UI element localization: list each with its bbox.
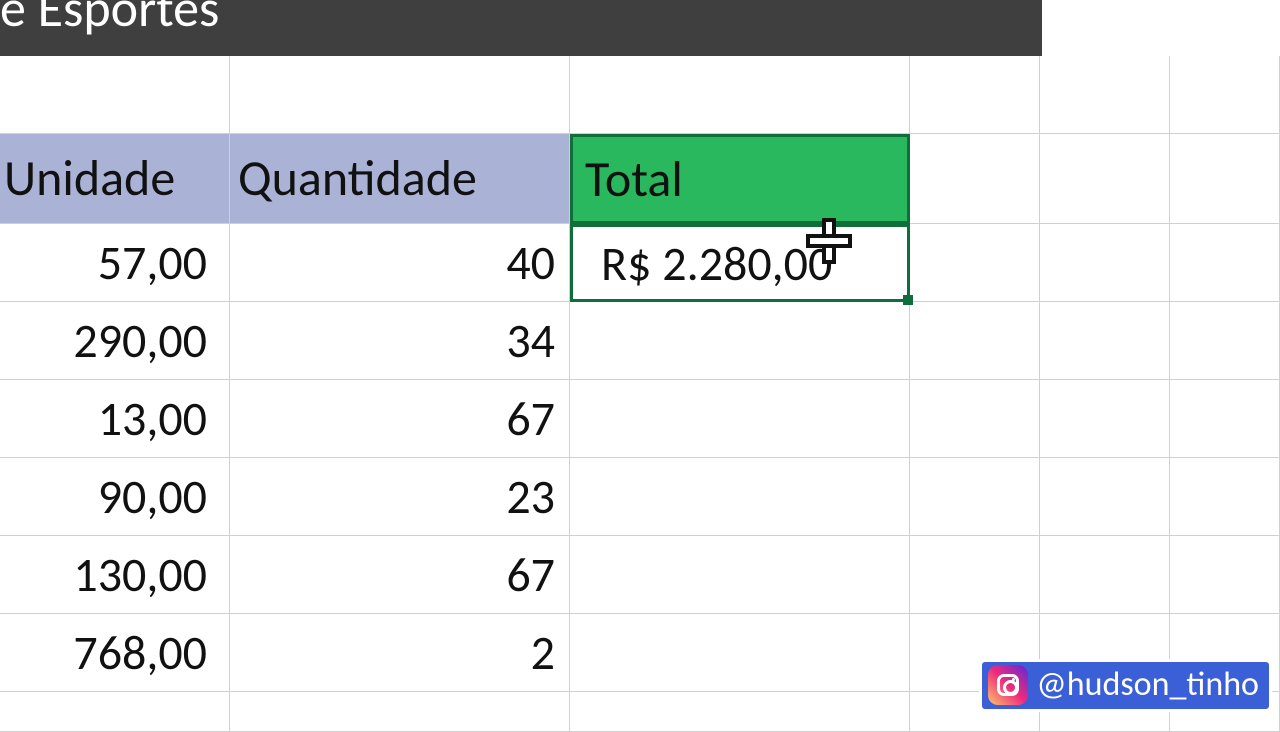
cell-empty[interactable] xyxy=(910,536,1040,614)
sheet-title-bar: e Esportes xyxy=(0,0,1042,56)
instagram-handle: @hudson_tinho xyxy=(1036,664,1259,705)
cell-empty[interactable] xyxy=(570,56,910,134)
cell-empty[interactable] xyxy=(910,458,1040,536)
cell-empty[interactable] xyxy=(1170,302,1280,380)
cell-total[interactable] xyxy=(570,536,910,614)
cell-empty[interactable] xyxy=(1040,56,1170,134)
empty-row[interactable] xyxy=(0,56,1280,134)
cell-empty[interactable] xyxy=(1040,458,1170,536)
header-unidade[interactable]: Unidade xyxy=(0,134,230,224)
cell-empty[interactable] xyxy=(570,692,910,732)
cell-empty[interactable] xyxy=(1170,56,1280,134)
cell-empty[interactable] xyxy=(1040,536,1170,614)
spreadsheet-grid[interactable]: Unidade Quantidade Total 57,00 40 R$ 2.2… xyxy=(0,56,1280,732)
fill-handle[interactable] xyxy=(903,295,913,305)
table-row: 130,00 67 xyxy=(0,536,1280,614)
header-total[interactable]: Total xyxy=(570,134,910,224)
cell-quantidade[interactable]: 40 xyxy=(230,224,570,302)
cell-quantidade[interactable]: 23 xyxy=(230,458,570,536)
cell-total-selected[interactable]: R$ 2.280,00 xyxy=(570,224,910,302)
table-row: 13,00 67 xyxy=(0,380,1280,458)
cell-empty[interactable] xyxy=(0,692,230,732)
cell-empty[interactable] xyxy=(910,302,1040,380)
cell-empty[interactable] xyxy=(910,134,1040,224)
cell-quantidade[interactable]: 67 xyxy=(230,380,570,458)
cell-empty[interactable] xyxy=(1170,224,1280,302)
cell-unidade[interactable]: 290,00 xyxy=(0,302,230,380)
cell-empty[interactable] xyxy=(910,380,1040,458)
cell-unidade[interactable]: 130,00 xyxy=(0,536,230,614)
cell-unidade[interactable]: 13,00 xyxy=(0,380,230,458)
sheet-title-text: e Esportes xyxy=(0,0,219,40)
instagram-icon xyxy=(988,665,1028,705)
cell-empty[interactable] xyxy=(1170,536,1280,614)
header-row: Unidade Quantidade Total xyxy=(0,134,1280,224)
cell-empty[interactable] xyxy=(230,692,570,732)
table-row: 90,00 23 xyxy=(0,458,1280,536)
cell-empty[interactable] xyxy=(1170,458,1280,536)
cell-empty[interactable] xyxy=(910,224,1040,302)
cell-quantidade[interactable]: 67 xyxy=(230,536,570,614)
cell-empty[interactable] xyxy=(1170,380,1280,458)
cell-quantidade[interactable]: 34 xyxy=(230,302,570,380)
table-row: 290,00 34 xyxy=(0,302,1280,380)
cell-empty[interactable] xyxy=(230,56,570,134)
cell-total[interactable] xyxy=(570,614,910,692)
cell-empty[interactable] xyxy=(1040,302,1170,380)
cell-unidade[interactable]: 90,00 xyxy=(0,458,230,536)
cell-empty[interactable] xyxy=(1040,224,1170,302)
instagram-badge[interactable]: @hudson_tinho xyxy=(979,659,1272,712)
cell-empty[interactable] xyxy=(910,56,1040,134)
header-quantidade[interactable]: Quantidade xyxy=(230,134,570,224)
cell-quantidade[interactable]: 2 xyxy=(230,614,570,692)
cell-empty[interactable] xyxy=(1040,380,1170,458)
cell-total-value: R$ 2.280,00 xyxy=(601,234,832,293)
cell-total[interactable] xyxy=(570,458,910,536)
cell-empty[interactable] xyxy=(1040,134,1170,224)
cell-empty[interactable] xyxy=(1170,134,1280,224)
cell-total[interactable] xyxy=(570,380,910,458)
cell-unidade[interactable]: 768,00 xyxy=(0,614,230,692)
table-row: 57,00 40 R$ 2.280,00 xyxy=(0,224,1280,302)
cell-empty[interactable] xyxy=(0,56,230,134)
cell-total[interactable] xyxy=(570,302,910,380)
cell-unidade[interactable]: 57,00 xyxy=(0,224,230,302)
